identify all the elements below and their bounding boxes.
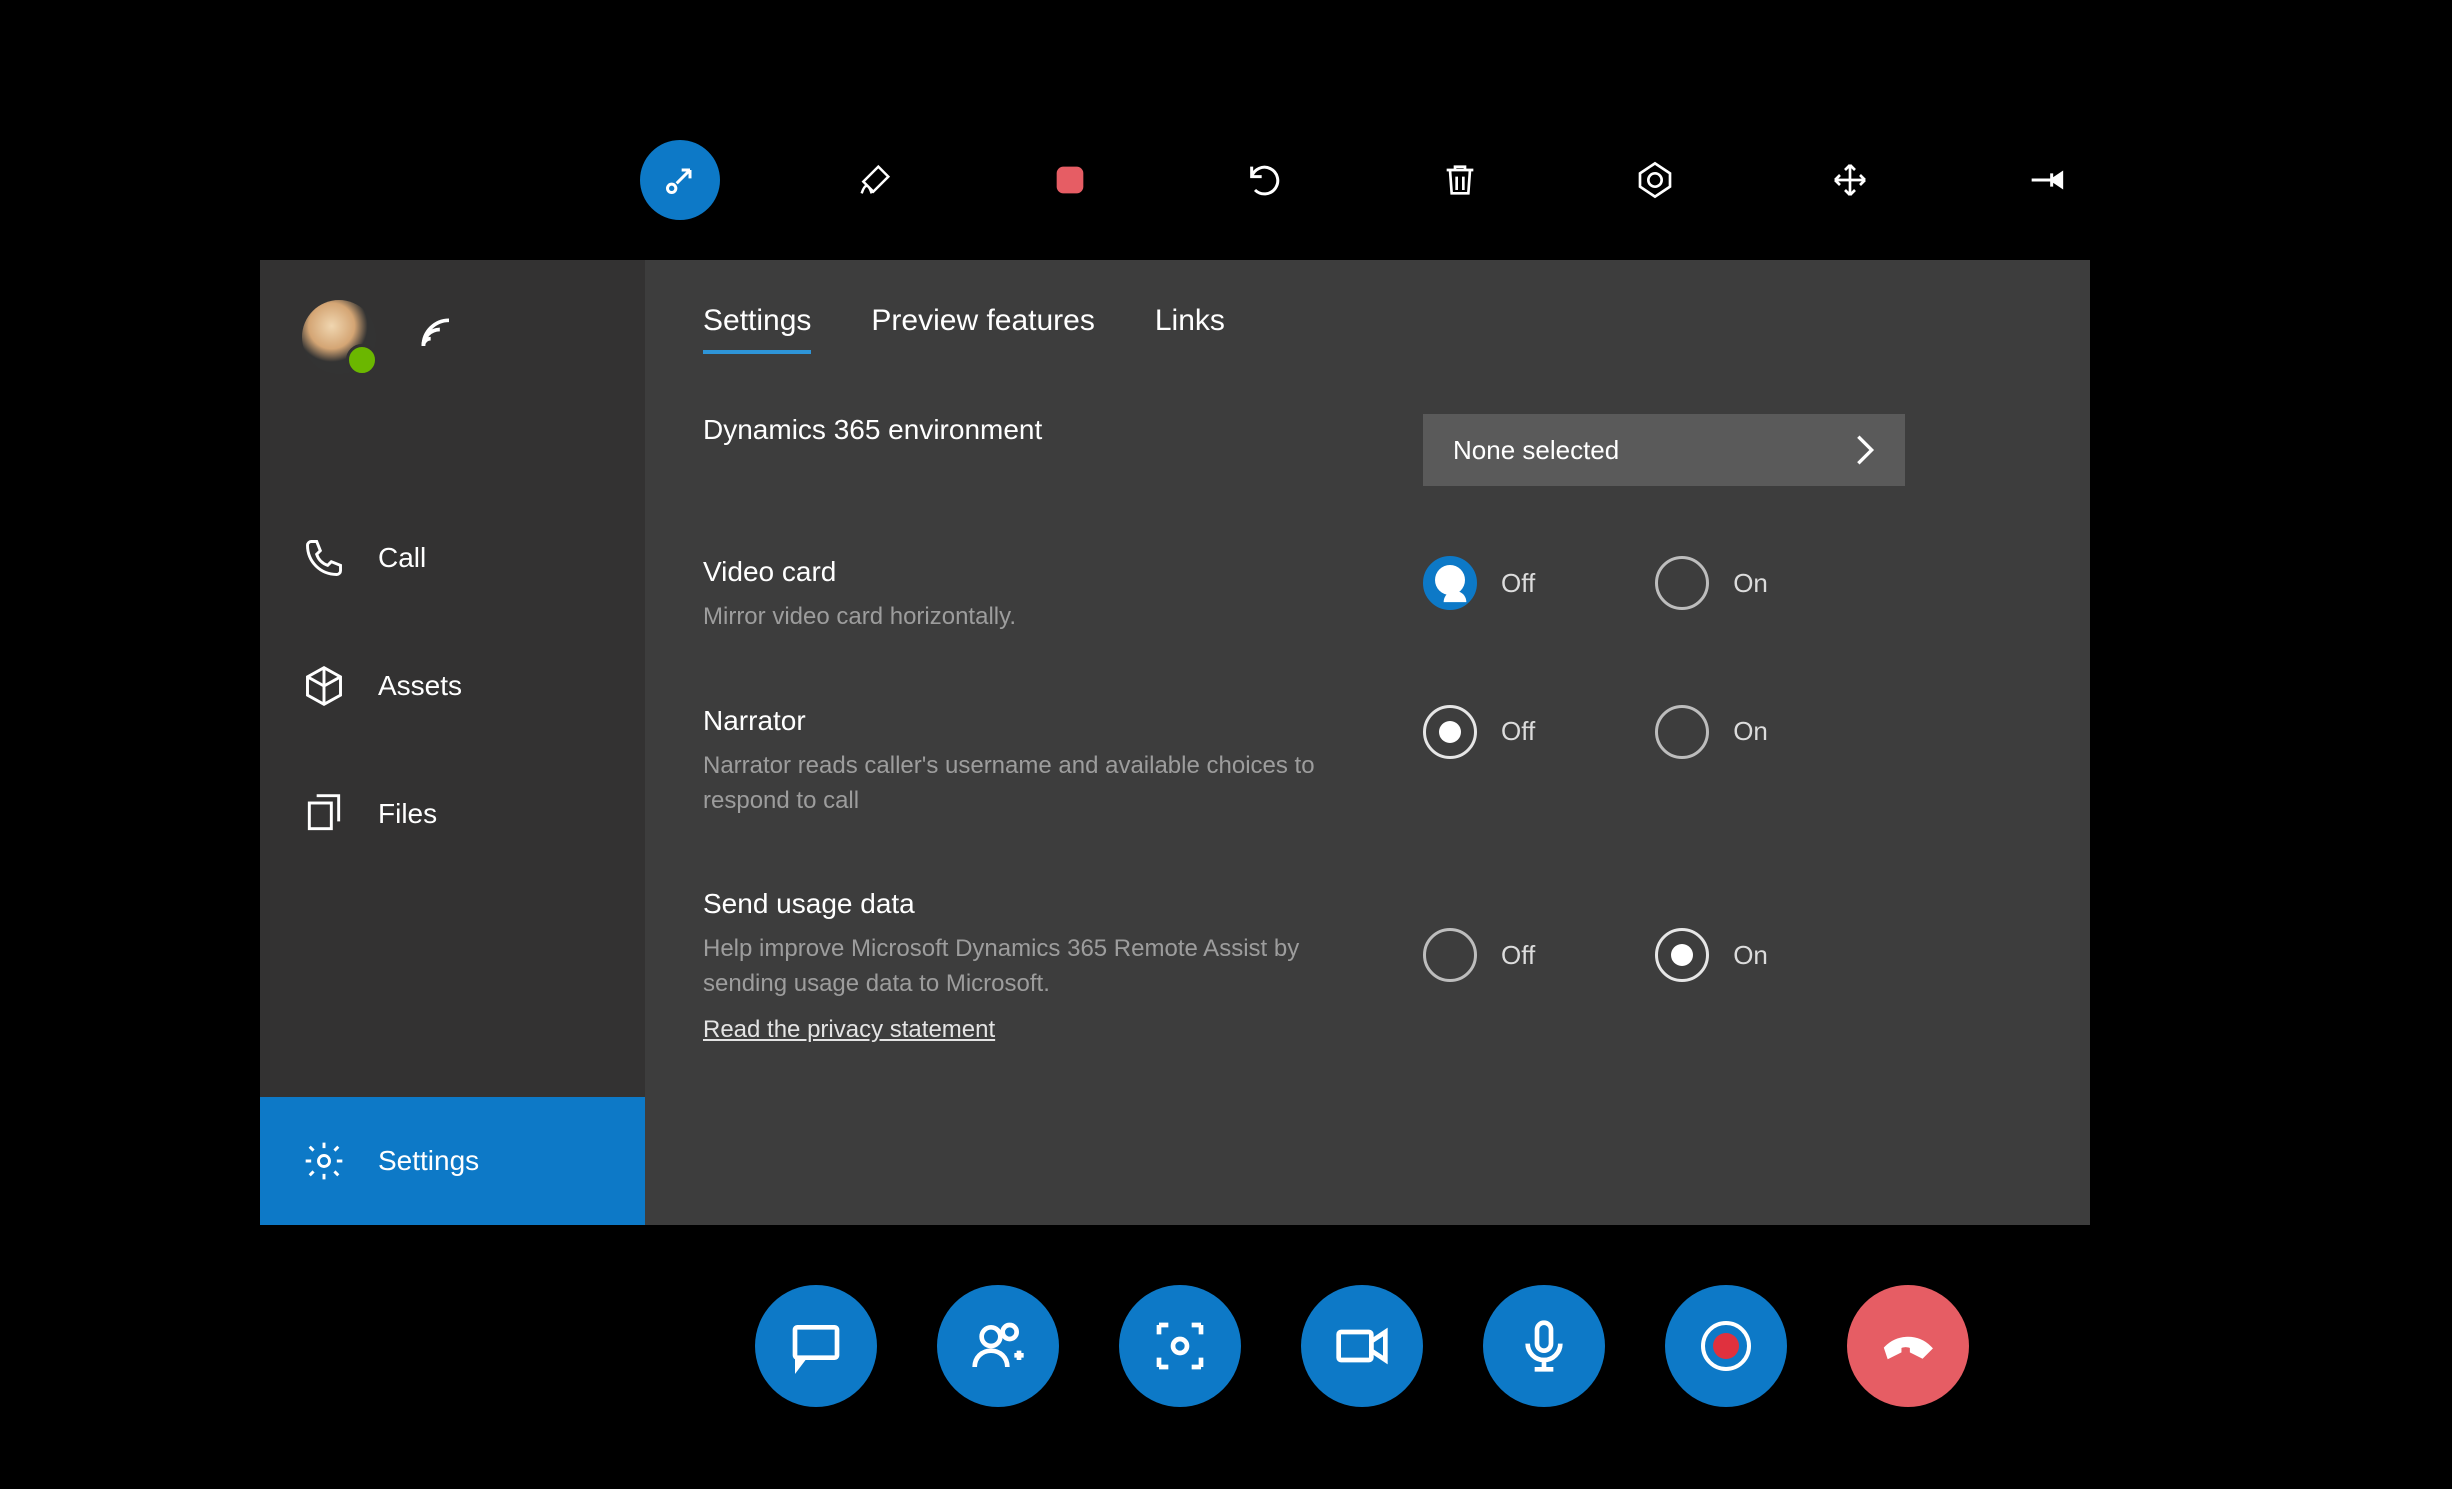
nav-call-label: Call xyxy=(378,542,426,574)
chat-button[interactable] xyxy=(755,1285,877,1407)
narrator-off-label: Off xyxy=(1501,716,1535,747)
env-selector[interactable]: None selected xyxy=(1423,414,1905,486)
record-button[interactable] xyxy=(1665,1285,1787,1407)
env-title: Dynamics 365 environment xyxy=(703,414,1423,446)
row-usage: Send usage data Help improve Microsoft D… xyxy=(703,888,2032,1044)
narrator-off-radio[interactable] xyxy=(1423,705,1477,759)
record-icon xyxy=(1713,1333,1739,1359)
trash-button[interactable] xyxy=(1420,140,1500,220)
connection-icon xyxy=(416,313,460,362)
nav-assets-label: Assets xyxy=(378,670,462,702)
capture-button[interactable] xyxy=(1119,1285,1241,1407)
nav-settings-label: Settings xyxy=(378,1145,479,1177)
video-on-label: On xyxy=(1733,568,1768,599)
video-off-radio[interactable] xyxy=(1423,556,1477,610)
nav-assets[interactable]: Assets xyxy=(260,622,645,750)
pin-button[interactable] xyxy=(2005,140,2085,220)
sidebar: Call Assets Files Settings xyxy=(260,260,645,1225)
usage-sub: Help improve Microsoft Dynamics 365 Remo… xyxy=(703,932,1323,1002)
content-area: Settings Preview features Links Dynamics… xyxy=(645,260,2090,1225)
video-title: Video card xyxy=(703,556,1423,588)
call-bar xyxy=(755,1285,1969,1407)
usage-on-label: On xyxy=(1733,940,1768,971)
add-people-button[interactable] xyxy=(937,1285,1059,1407)
undo-button[interactable] xyxy=(1225,140,1305,220)
row-narrator: Narrator Narrator reads caller's usernam… xyxy=(703,705,2032,819)
video-off-label: Off xyxy=(1501,568,1535,599)
row-video: Video card Mirror video card horizontall… xyxy=(703,556,2032,635)
nav-call[interactable]: Call xyxy=(260,494,645,622)
narrator-title: Narrator xyxy=(703,705,1423,737)
avatar[interactable] xyxy=(302,300,376,374)
nav-files[interactable]: Files xyxy=(260,750,645,878)
nav-files-label: Files xyxy=(378,798,437,830)
arrows-button[interactable] xyxy=(1810,140,1890,220)
tab-preview[interactable]: Preview features xyxy=(871,304,1094,354)
draw-button[interactable] xyxy=(835,140,915,220)
env-value: None selected xyxy=(1453,435,1619,466)
stop-button[interactable] xyxy=(1030,140,1110,220)
video-sub: Mirror video card horizontally. xyxy=(703,600,1323,635)
privacy-link[interactable]: Read the privacy statement xyxy=(703,1016,995,1044)
nav-settings[interactable]: Settings xyxy=(260,1097,645,1225)
tab-settings[interactable]: Settings xyxy=(703,304,811,354)
mic-button[interactable] xyxy=(1483,1285,1605,1407)
video-button[interactable] xyxy=(1301,1285,1423,1407)
settings-panel: Call Assets Files Settings xyxy=(260,260,2090,1225)
usage-title: Send usage data xyxy=(703,888,1423,920)
video-on-radio[interactable] xyxy=(1655,556,1709,610)
usage-on-radio[interactable] xyxy=(1655,928,1709,982)
narrator-on-radio[interactable] xyxy=(1655,705,1709,759)
usage-off-label: Off xyxy=(1501,940,1535,971)
row-environment: Dynamics 365 environment None selected xyxy=(703,414,2032,486)
color-button[interactable] xyxy=(1615,140,1695,220)
collapse-button[interactable] xyxy=(640,140,720,220)
tab-links[interactable]: Links xyxy=(1155,304,1225,354)
tabs: Settings Preview features Links xyxy=(703,304,2032,354)
narrator-on-label: On xyxy=(1733,716,1768,747)
hangup-button[interactable] xyxy=(1847,1285,1969,1407)
usage-off-radio[interactable] xyxy=(1423,928,1477,982)
narrator-sub: Narrator reads caller's username and ava… xyxy=(703,749,1323,819)
top-toolbar xyxy=(640,140,2085,220)
